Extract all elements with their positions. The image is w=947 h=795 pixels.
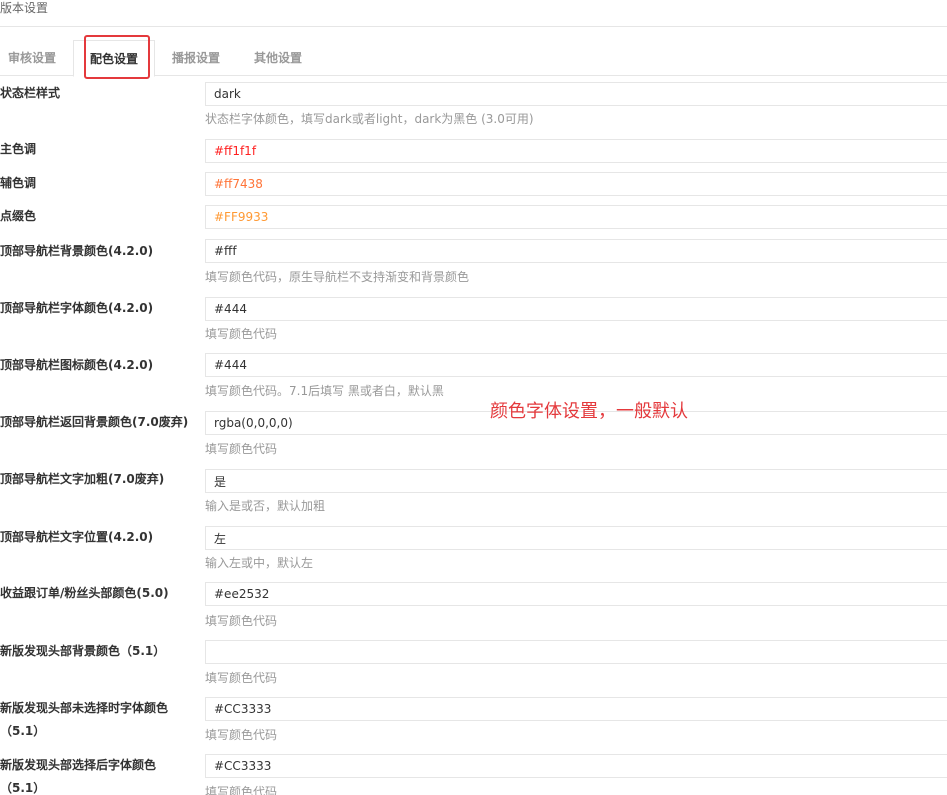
field-label-secondary-color: 辅色调 [0, 176, 37, 190]
field-label-nav-text-bold: 顶部导航栏文字加粗(7.0废弃) [0, 472, 165, 486]
field-label-nav-font-color: 顶部导航栏字体颜色(4.2.0) [0, 301, 154, 315]
field-help-status-bar-style: 状态栏字体颜色，填写dark或者light，dark为黑色 (3.0可用) [205, 112, 534, 126]
annotation-note: 颜色字体设置，一般默认 [490, 401, 688, 422]
field-help-nav-text-bold: 输入是或否，默认加粗 [205, 499, 326, 513]
field-label-discover-header-bg-color: 新版发现头部背景颜色（5.1） [0, 644, 166, 658]
discover-selected-font-color-input[interactable] [205, 754, 947, 778]
tab-color-settings[interactable]: 配色设置 [73, 40, 155, 77]
field-help-nav-font-color: 填写颜色代码 [205, 327, 278, 341]
field-help-nav-text-position: 输入左或中，默认左 [205, 556, 314, 570]
status-bar-style-input[interactable] [205, 82, 947, 106]
nav-icon-color-input[interactable] [205, 353, 947, 377]
field-help-discover-unselected-font-color: 填写颜色代码 [205, 728, 278, 742]
tab-review-settings[interactable]: 审核设置 [0, 40, 64, 76]
discover-header-bg-color-input[interactable] [205, 640, 947, 664]
field-label-primary-color: 主色调 [0, 142, 37, 156]
field-label-discover-unselected-font-color: 新版发现头部未选择时字体颜色（5.1） [0, 701, 169, 738]
field-label-nav-text-position: 顶部导航栏文字位置(4.2.0) [0, 530, 154, 544]
field-label-status-bar-style: 状态栏样式 [0, 86, 61, 100]
settings-page: 版本设置 审核设置 配色设置 播报设置 其他设置 状态栏样式 状态栏字体颜色，填… [0, 0, 947, 795]
tab-bar: 审核设置 配色设置 播报设置 其他设置 [0, 40, 947, 77]
page-title: 版本设置 [0, 0, 947, 27]
secondary-color-input[interactable] [205, 172, 947, 196]
field-help-discover-selected-font-color: 填写颜色代码 [205, 785, 278, 795]
field-label-earnings-header-color: 收益跟订单/粉丝头部颜色(5.0) [0, 586, 169, 600]
field-help-nav-bg-color: 填写颜色代码，原生导航栏不支持渐变和背景颜色 [205, 270, 470, 284]
nav-bg-color-input[interactable] [205, 239, 947, 263]
nav-font-color-input[interactable] [205, 297, 947, 321]
nav-text-bold-input[interactable] [205, 469, 947, 493]
tab-other-settings[interactable]: 其他设置 [245, 40, 311, 76]
field-help-discover-header-bg-color: 填写颜色代码 [205, 671, 278, 685]
field-label-nav-back-bg-color: 顶部导航栏返回背景颜色(7.0废弃) [0, 415, 189, 429]
field-help-nav-back-bg-color: 填写颜色代码 [205, 442, 278, 456]
primary-color-input[interactable] [205, 139, 947, 163]
field-label-nav-icon-color: 顶部导航栏图标颜色(4.2.0) [0, 358, 154, 372]
field-label-discover-selected-font-color: 新版发现头部选择后字体颜色（5.1） [0, 758, 157, 795]
discover-unselected-font-color-input[interactable] [205, 697, 947, 721]
tab-broadcast-settings[interactable]: 播报设置 [163, 40, 229, 76]
field-help-nav-icon-color: 填写颜色代码。7.1后填写 黑或者白，默认黑 [205, 384, 444, 398]
accent-color-input[interactable] [205, 205, 947, 229]
field-label-accent-color: 点缀色 [0, 209, 37, 223]
nav-text-position-input[interactable] [205, 526, 947, 550]
field-help-earnings-header-color: 填写颜色代码 [205, 614, 278, 628]
field-label-nav-bg-color: 顶部导航栏背景颜色(4.2.0) [0, 244, 154, 258]
earnings-header-color-input[interactable] [205, 582, 947, 606]
